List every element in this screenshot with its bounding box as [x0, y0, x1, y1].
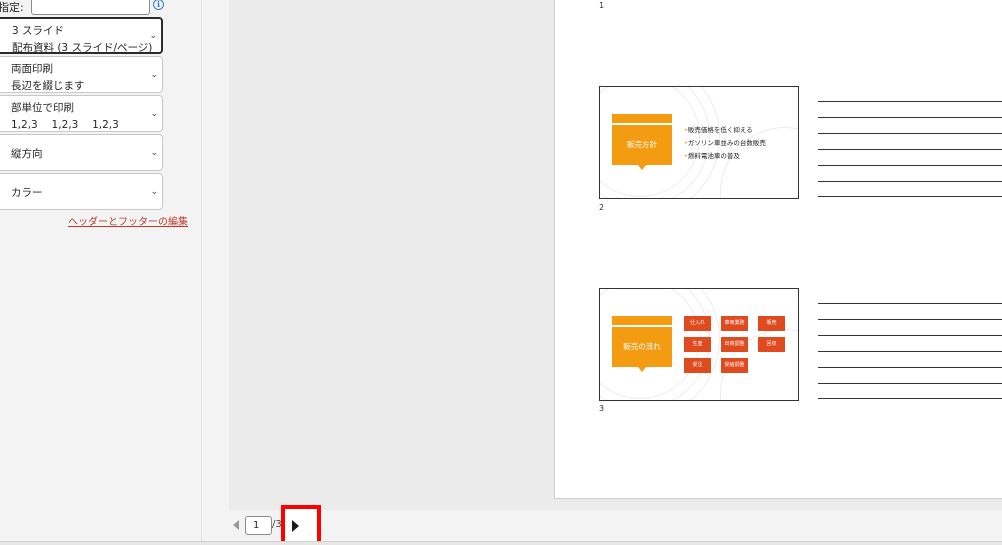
orientation-dropdown-label: 縦方向: [11, 148, 43, 160]
chevron-left-icon[interactable]: [233, 520, 239, 530]
slide-number-2: 2: [599, 203, 605, 212]
slide-number-1: 1: [599, 1, 605, 10]
note-line: [818, 165, 1002, 166]
flow-box: 受注: [684, 358, 711, 373]
slides-range-row: 指定: i: [0, 0, 180, 16]
slide-title-tail: [638, 165, 646, 170]
chevron-down-icon: ⌄: [150, 186, 158, 197]
page-number-input[interactable]: 1: [245, 516, 272, 535]
note-line: [818, 351, 1002, 352]
note-line: [818, 398, 1002, 399]
flow-box: 出荷調整: [721, 337, 748, 352]
slide-bullets: •販売価格を低く抑える •ガソリン車並みの台数販売 •燃料電池車の普及: [684, 126, 766, 160]
layout-dropdown-line2: 配布資料 (3 スライド/ページ): [12, 42, 153, 54]
flow-box: 生産: [684, 337, 711, 352]
note-line: [818, 117, 1002, 118]
note-line: [818, 181, 1002, 182]
slide-thumbnail-3: 販売の流れ 仕入れ 車両業務 販売 生産 出荷調整 回収 受注 受給調整: [599, 288, 799, 401]
slide-title: 販売の流れ: [612, 327, 672, 367]
handout-page: 1 販売方針 •販売価格を低く抑える •ガソリン車並みの台数販売 •燃料電池車の…: [554, 0, 1002, 499]
duplex-dropdown[interactable]: 両面印刷 長辺を綴じます ⌄: [0, 56, 163, 93]
note-line: [818, 335, 1002, 336]
note-line: [818, 319, 1002, 320]
note-line: [818, 133, 1002, 134]
slide-number-3: 3: [599, 404, 605, 413]
collation-dropdown[interactable]: 部単位で印刷 1,2,3 1,2,3 1,2,3 ⌄: [0, 95, 163, 132]
layout-dropdown-line1: 3 スライド: [12, 25, 65, 37]
note-line: [818, 367, 1002, 368]
next-page-button[interactable]: [281, 505, 321, 545]
orientation-dropdown[interactable]: 縦方向 ⌄: [0, 134, 163, 171]
collation-dropdown-line2: 1,2,3 1,2,3 1,2,3: [11, 119, 119, 131]
note-line: [818, 149, 1002, 150]
flow-box: 回収: [758, 337, 785, 352]
layout-dropdown[interactable]: 3 スライド 配布資料 (3 スライド/ページ) ⌄: [0, 17, 163, 54]
slides-range-label: 指定:: [0, 1, 24, 14]
bullet-item: 燃料電池車の普及: [687, 152, 740, 160]
collation-dropdown-line1: 部単位で印刷: [11, 102, 74, 114]
slide-title-tail: [638, 367, 646, 372]
chevron-down-icon: ⌄: [150, 147, 158, 158]
duplex-dropdown-line2: 長辺を綴じます: [11, 80, 85, 92]
flow-box: 販売: [758, 316, 785, 331]
slide-title: 販売方針: [612, 125, 672, 165]
note-line: [818, 196, 1002, 197]
slide-title-bar: [612, 114, 672, 123]
flow-box: 受給調整: [721, 358, 748, 373]
chevron-right-icon: [292, 520, 299, 532]
color-dropdown[interactable]: カラー ⌄: [0, 173, 163, 210]
bullet-item: 販売価格を低く抑える: [687, 126, 753, 134]
note-line: [818, 303, 1002, 304]
chevron-down-icon: ⌄: [150, 108, 158, 119]
slide-title-bar: [612, 316, 672, 325]
status-bar: [0, 541, 1002, 545]
color-dropdown-label: カラー: [11, 187, 43, 199]
flow-box: 車両業務: [721, 316, 748, 331]
page-navigator-bar: [229, 510, 1002, 541]
print-settings-panel: 指定: i 3 スライド 配布資料 (3 スライド/ページ) ⌄ 両面印刷 長辺…: [0, 0, 202, 545]
edit-header-footer-link[interactable]: ヘッダーとフッターの編集: [68, 213, 188, 228]
chevron-down-icon: ⌄: [150, 69, 158, 80]
note-line: [818, 383, 1002, 384]
slide-thumbnail-2: 販売方針 •販売価格を低く抑える •ガソリン車並みの台数販売 •燃料電池車の普及: [599, 86, 799, 199]
info-icon[interactable]: i: [153, 0, 164, 10]
bullet-item: ガソリン車並みの台数販売: [687, 139, 766, 147]
flow-box: 仕入れ: [684, 316, 711, 331]
slides-range-input[interactable]: [31, 0, 150, 15]
duplex-dropdown-line1: 両面印刷: [11, 63, 53, 75]
note-line: [818, 101, 1002, 102]
chevron-down-icon: ⌄: [149, 30, 157, 41]
